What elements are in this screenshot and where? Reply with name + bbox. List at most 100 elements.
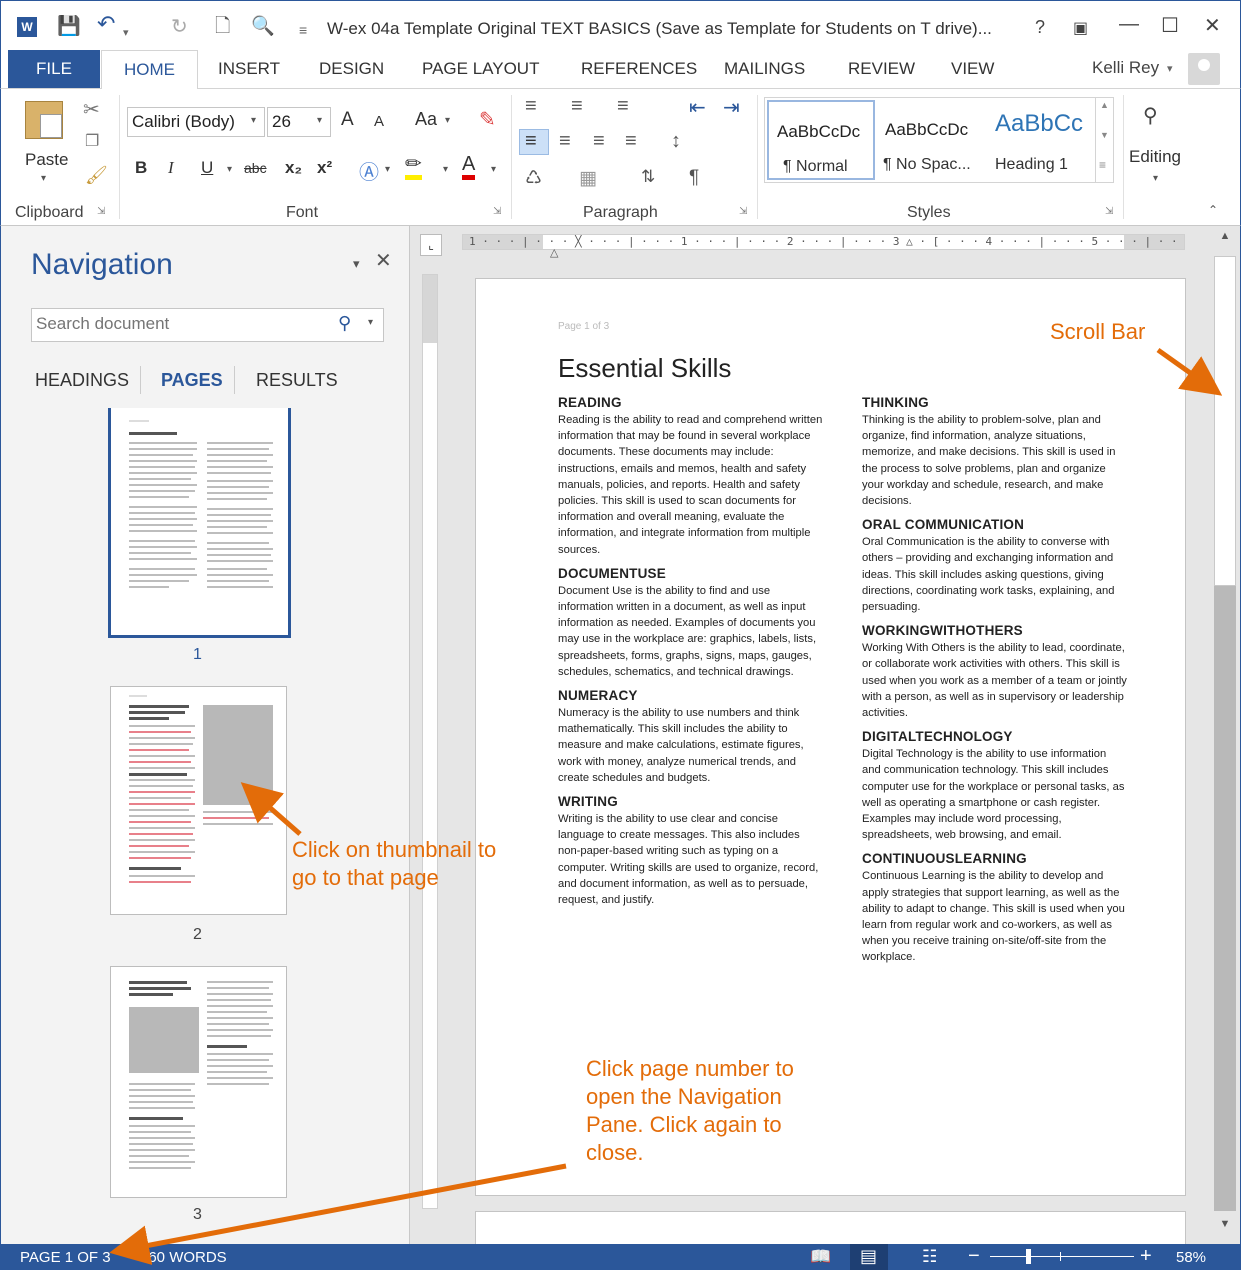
style-heading-1[interactable]: AaBbCc Heading 1 <box>987 100 1095 180</box>
copy-icon[interactable]: ❐ <box>85 131 99 151</box>
scrollbar-track[interactable] <box>1214 586 1236 1211</box>
undo-icon[interactable]: ↶ <box>97 13 115 35</box>
search-dropdown-icon[interactable]: ▾ <box>368 317 373 328</box>
grow-font-button[interactable]: A <box>341 109 354 131</box>
increase-indent-icon[interactable]: ⇥ <box>723 95 740 120</box>
binoculars-icon[interactable]: ⚲ <box>1143 103 1158 128</box>
zoom-in-icon[interactable]: + <box>1140 1245 1152 1268</box>
horizontal-ruler[interactable]: 1 · · · | · · · ╳ · · · | · · · 1 · · · … <box>462 234 1185 250</box>
text-effects-dropdown-icon[interactable]: ▾ <box>385 164 390 175</box>
show-formatting-icon[interactable]: ¶ <box>689 167 699 189</box>
document-area[interactable]: ⌞ 1 · · · | · · · ╳ · · · | · · · 1 · · … <box>410 226 1210 1244</box>
nav-close-icon[interactable]: ✕ <box>375 248 392 273</box>
document-title[interactable]: Essential Skills <box>558 353 731 384</box>
bullets-icon[interactable]: ≡ <box>525 95 537 118</box>
page-thumbnail-3[interactable] <box>110 966 287 1198</box>
change-case-dropdown-icon[interactable]: ▾ <box>445 115 450 126</box>
document-page-2[interactable] <box>475 1211 1186 1244</box>
customize-qat-icon[interactable]: ≡ <box>299 20 307 40</box>
editing-button[interactable]: Editing <box>1129 147 1181 167</box>
font-name-dropdown-icon[interactable]: ▾ <box>251 115 256 126</box>
styles-scroll[interactable]: ▲ ▼ ≡ <box>1095 98 1114 182</box>
save-icon[interactable]: 💾 <box>57 17 81 37</box>
zoom-slider-thumb[interactable] <box>1026 1249 1032 1264</box>
shrink-font-button[interactable]: A <box>374 113 384 130</box>
styles-down-icon[interactable]: ▼ <box>1100 130 1109 140</box>
style-no-spacing[interactable]: AaBbCcDc ¶ No Spac... <box>877 100 985 180</box>
web-layout-icon[interactable]: ☷ <box>922 1247 937 1267</box>
text-effects-icon[interactable]: Ⓐ <box>359 156 379 185</box>
italic-button[interactable]: I <box>168 158 174 178</box>
numbering-icon[interactable]: ≡ <box>571 95 583 118</box>
paste-dropdown-icon[interactable]: ▾ <box>41 173 46 184</box>
document-page-1[interactable]: Page 1 of 3 Essential Skills READING Rea… <box>475 278 1186 1196</box>
word-count-button[interactable]: 960 WORDS <box>140 1249 227 1266</box>
tab-mailings[interactable]: MAILINGS <box>724 59 805 79</box>
read-mode-icon[interactable]: 📖 <box>810 1247 831 1267</box>
line-spacing-icon[interactable]: ↕ <box>671 130 681 153</box>
redo-icon[interactable]: ↻ <box>171 17 188 37</box>
maximize-button[interactable]: ☐ <box>1161 13 1179 38</box>
multilevel-list-icon[interactable]: ≡ <box>617 95 629 118</box>
nav-options-icon[interactable]: ▾ <box>353 256 360 272</box>
print-layout-button[interactable]: ▤ <box>850 1244 888 1270</box>
zoom-out-icon[interactable]: − <box>968 1245 980 1268</box>
font-size-dropdown-icon[interactable]: ▾ <box>317 115 322 126</box>
word-app-icon[interactable]: W <box>17 17 37 37</box>
strikethrough-button[interactable]: abc <box>244 160 267 176</box>
tab-file[interactable]: FILE <box>8 50 100 88</box>
change-case-button[interactable]: Aa <box>415 109 437 130</box>
tab-selector[interactable]: ⌞ <box>420 234 442 256</box>
zoom-level[interactable]: 58% <box>1176 1249 1206 1266</box>
align-center-icon[interactable]: ≡ <box>559 130 571 153</box>
user-name[interactable]: Kelli Rey <box>1092 58 1159 78</box>
user-dropdown-icon[interactable]: ▾ <box>1167 62 1173 75</box>
page-thumbnail-1[interactable] <box>108 408 291 638</box>
tab-view[interactable]: VIEW <box>951 59 994 79</box>
ribbon-display-options-icon[interactable]: ▣ <box>1073 18 1088 38</box>
styles-launcher-icon[interactable]: ⇲ <box>1105 206 1113 217</box>
scrollbar-thumb[interactable] <box>1214 256 1236 586</box>
justify-icon[interactable]: ≡ <box>625 130 637 153</box>
indent-marker-icon[interactable]: △ <box>550 246 558 259</box>
paste-button[interactable]: Paste <box>25 150 68 170</box>
collapse-ribbon-icon[interactable]: ⌃ <box>1208 203 1218 217</box>
undo-dropdown-icon[interactable]: ▾ <box>123 23 129 43</box>
page-thumbnail-2[interactable] <box>110 686 287 915</box>
nav-tab-headings[interactable]: HEADINGS <box>35 370 129 391</box>
paragraph-launcher-icon[interactable]: ⇲ <box>739 206 747 217</box>
search-input[interactable] <box>36 309 326 339</box>
search-box[interactable]: ⚲ ▾ <box>31 308 384 342</box>
style-normal[interactable]: AaBbCcDc ¶ Normal <box>767 100 875 180</box>
styles-more-icon[interactable]: ≡ <box>1099 158 1106 172</box>
page-count-button[interactable]: PAGE 1 OF 3 <box>20 1249 111 1266</box>
avatar[interactable] <box>1188 53 1220 85</box>
left-column[interactable]: READING Reading is the ability to read a… <box>558 395 823 916</box>
right-column[interactable]: THINKING Thinking is the ability to prob… <box>862 395 1127 974</box>
paste-icon[interactable] <box>25 101 63 139</box>
tab-home[interactable]: HOME <box>101 50 198 89</box>
tab-insert[interactable]: INSERT <box>218 59 280 79</box>
clear-formatting-icon[interactable]: ✎ <box>479 107 496 132</box>
font-color-dropdown-icon[interactable]: ▾ <box>491 164 496 175</box>
shading-icon[interactable]: ♺ <box>525 167 542 190</box>
search-icon[interactable]: ⚲ <box>338 313 351 334</box>
highlight-color-icon[interactable]: ✏ <box>405 153 422 180</box>
font-color-icon[interactable]: A <box>462 153 476 180</box>
bold-button[interactable]: B <box>135 158 147 178</box>
subscript-button[interactable]: x₂ <box>285 158 302 178</box>
tab-design[interactable]: DESIGN <box>319 59 384 79</box>
editing-dropdown-icon[interactable]: ▾ <box>1153 173 1158 184</box>
new-document-icon[interactable]: 🗋 <box>215 17 230 37</box>
page-number-2[interactable]: 2 <box>193 926 202 944</box>
zoom-slider[interactable] <box>990 1249 1134 1264</box>
close-button[interactable]: ✕ <box>1204 13 1221 38</box>
scroll-up-icon[interactable]: ▲ <box>1214 230 1236 250</box>
font-launcher-icon[interactable]: ⇲ <box>493 206 501 217</box>
cut-icon[interactable]: ✂ <box>83 97 100 122</box>
clipboard-launcher-icon[interactable]: ⇲ <box>97 206 105 217</box>
page-number-1[interactable]: 1 <box>193 646 202 664</box>
page-number-3[interactable]: 3 <box>193 1206 202 1224</box>
highlight-dropdown-icon[interactable]: ▾ <box>443 164 448 175</box>
help-button[interactable]: ? <box>1035 17 1045 38</box>
